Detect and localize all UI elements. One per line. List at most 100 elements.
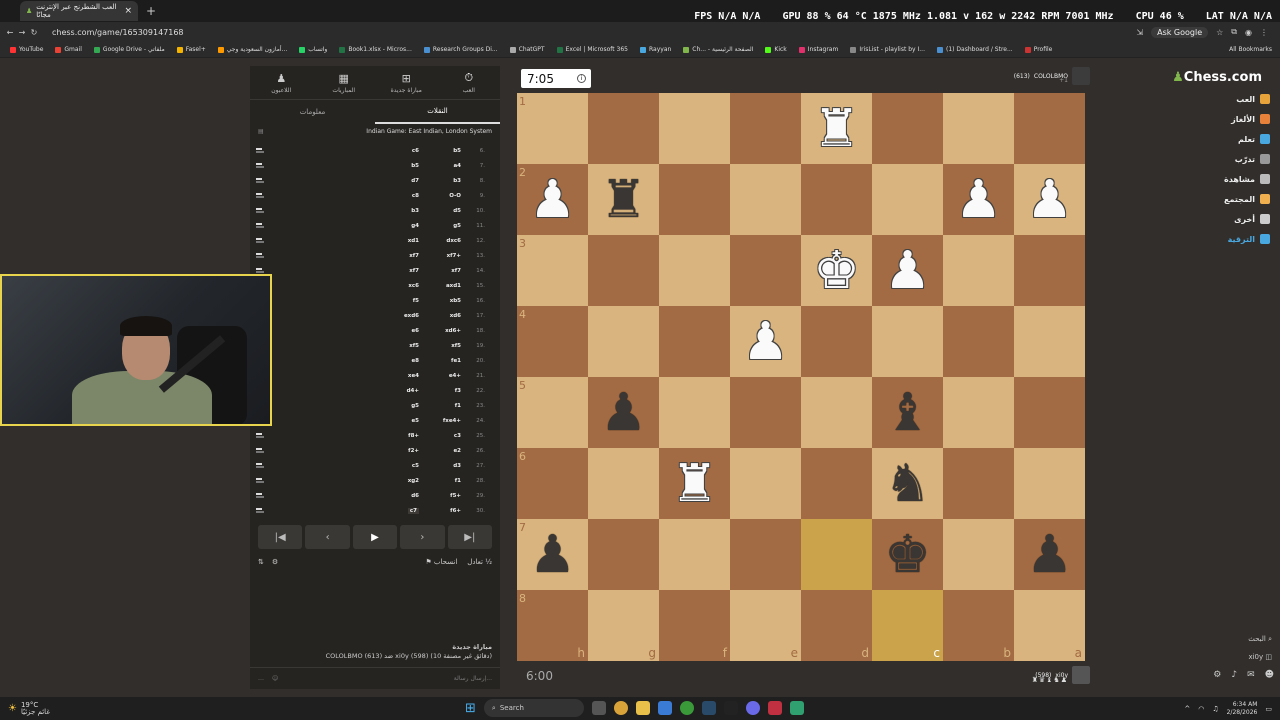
black-move[interactable]: d6: [274, 493, 419, 499]
prev-move-button[interactable]: ‹: [305, 525, 350, 549]
panel-tab[interactable]: ⏱ العب: [438, 66, 501, 99]
board-square[interactable]: 5: [517, 377, 588, 448]
emoji-icon[interactable]: ☺: [272, 675, 278, 682]
board-square[interactable]: [659, 164, 730, 235]
board-square[interactable]: ♟: [872, 235, 943, 306]
panel-tab[interactable]: ▦ المباريات: [313, 66, 376, 99]
bookmark-item[interactable]: أمازون السعودية وجي...: [217, 46, 287, 53]
mail-icon[interactable]: ✉: [1247, 670, 1255, 680]
board-square[interactable]: 6: [517, 448, 588, 519]
play-button[interactable]: ▶: [352, 525, 398, 549]
chess-board[interactable]: 1 ♜ ♟ 2 ♜ ♟ ♟ 3 ♚ ♟ 4 ♟ 5 ♟ ♝ 6 ♜ ♞ ♟ 7 ♚ ♟ 8 h g f e d c b a: [517, 93, 1085, 661]
board-square[interactable]: c: [872, 590, 943, 661]
board-square[interactable]: [730, 448, 801, 519]
nav-item[interactable]: تدرّب: [1235, 154, 1270, 164]
board-square[interactable]: [659, 235, 730, 306]
nav-item[interactable]: الترقية: [1228, 234, 1270, 244]
white-pawn-icon[interactable]: ♟: [742, 316, 789, 368]
chrome-icon[interactable]: [613, 701, 628, 715]
board-square[interactable]: [659, 519, 730, 590]
white-move[interactable]: xf7+: [419, 253, 461, 259]
black-move[interactable]: e8: [274, 358, 419, 364]
board-square[interactable]: [801, 306, 872, 377]
board-square[interactable]: [801, 448, 872, 519]
nav-item[interactable]: الألغاز: [1231, 114, 1270, 124]
white-move[interactable]: f1: [419, 403, 461, 409]
board-square[interactable]: [730, 519, 801, 590]
board-square[interactable]: ♞: [872, 448, 943, 519]
nav-item[interactable]: المجتمع: [1224, 194, 1270, 204]
browser-tab[interactable]: ♟ العب الشطرنج عبر الإنترنت مجانًا ×: [20, 1, 138, 21]
all-bookmarks[interactable]: All Bookmarks: [1229, 46, 1280, 53]
bookmark-item[interactable]: Kick: [765, 46, 787, 53]
black-move[interactable]: f2+: [274, 448, 419, 454]
back-icon[interactable]: ←: [4, 28, 16, 37]
board-square[interactable]: [872, 164, 943, 235]
white-pawn-icon[interactable]: ♟: [884, 245, 931, 297]
star-icon[interactable]: ☆: [1216, 28, 1223, 37]
board-square[interactable]: [1014, 377, 1085, 448]
black-move[interactable]: c7: [274, 507, 419, 514]
board-square[interactable]: [1014, 93, 1085, 164]
black-move[interactable]: exd6: [274, 313, 419, 319]
white-move[interactable]: xd6+: [419, 328, 461, 334]
board-square[interactable]: 1: [517, 93, 588, 164]
reload-icon[interactable]: ↻: [28, 28, 40, 37]
nav-search[interactable]: البحث ⌕: [1248, 630, 1272, 648]
chesscom-logo[interactable]: ♟Chess.com: [1172, 70, 1262, 85]
friends-icon[interactable]: ☻: [1265, 670, 1274, 680]
board-square[interactable]: a: [1014, 590, 1085, 661]
board-square[interactable]: ♟ 2: [517, 164, 588, 235]
last-move-button[interactable]: ▶|: [447, 525, 493, 549]
black-move[interactable]: b5: [274, 163, 419, 169]
board-square[interactable]: ♟: [588, 377, 659, 448]
board-square[interactable]: ♟: [1014, 164, 1085, 235]
board-square[interactable]: [730, 93, 801, 164]
board-square[interactable]: ♟ 7: [517, 519, 588, 590]
board-square[interactable]: ♜: [801, 93, 872, 164]
weather-widget[interactable]: ☀ 19°C غائم جزئيًا: [8, 701, 50, 716]
board-square[interactable]: [943, 519, 1014, 590]
settings-icon[interactable]: ⚙: [272, 558, 278, 566]
white-rook-icon[interactable]: ♜: [813, 103, 860, 155]
black-move[interactable]: c8: [274, 193, 419, 199]
board-square[interactable]: ♜: [659, 448, 730, 519]
board-square[interactable]: ♜: [588, 164, 659, 235]
black-rook-icon[interactable]: ♜: [600, 174, 647, 226]
xbox-icon[interactable]: [679, 701, 694, 715]
board-square[interactable]: 4: [517, 306, 588, 377]
next-move-button[interactable]: ›: [400, 525, 445, 549]
board-square[interactable]: [943, 235, 1014, 306]
board-square[interactable]: [801, 377, 872, 448]
white-move[interactable]: xd6: [419, 313, 461, 319]
white-move[interactable]: fe1: [419, 358, 461, 364]
board-square[interactable]: [1014, 448, 1085, 519]
board-square[interactable]: [588, 235, 659, 306]
board-square[interactable]: ♟: [730, 306, 801, 377]
draw-button[interactable]: تعادل ½: [467, 558, 492, 566]
black-move[interactable]: d4+: [274, 388, 419, 394]
white-move[interactable]: dxc6: [419, 238, 461, 244]
board-square[interactable]: ♝: [872, 377, 943, 448]
app-red-icon[interactable]: [767, 701, 782, 715]
white-king-icon[interactable]: ♚: [813, 245, 860, 297]
white-pawn-icon[interactable]: ♟: [955, 174, 1002, 226]
board-square[interactable]: 3: [517, 235, 588, 306]
settings-icon[interactable]: ⚙: [1213, 670, 1221, 680]
board-square[interactable]: [1014, 235, 1085, 306]
white-move[interactable]: e4+: [419, 373, 461, 379]
black-move[interactable]: e5: [274, 418, 419, 424]
bookmark-item[interactable]: Profile: [1024, 46, 1052, 53]
board-square[interactable]: [943, 377, 1014, 448]
flip-board-icon[interactable]: ⇅: [258, 558, 264, 566]
taskbar-search[interactable]: ⌕ Search: [483, 699, 584, 717]
tab-moves[interactable]: النقلات: [375, 100, 500, 124]
black-pawn-icon[interactable]: ♟: [600, 387, 647, 439]
chevron-up-icon[interactable]: ^: [1184, 705, 1190, 713]
black-move[interactable]: c6: [274, 148, 419, 154]
white-move[interactable]: O-O: [419, 193, 461, 199]
board-square[interactable]: [1014, 306, 1085, 377]
first-move-button[interactable]: |◀: [258, 525, 303, 549]
board-square[interactable]: [588, 519, 659, 590]
black-knight-icon[interactable]: ♞: [884, 458, 931, 510]
